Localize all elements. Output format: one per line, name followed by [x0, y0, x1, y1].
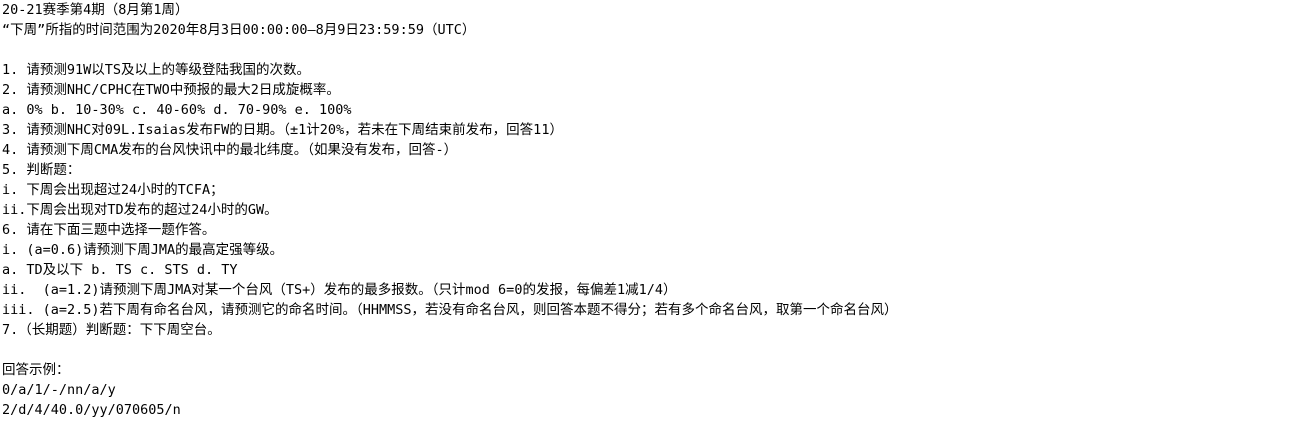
document: 20-21赛季第4期（8月第1周） “下周”所指的时间范围为2020年8月3日0… [0, 0, 1315, 421]
question-7: 7.（长期题）判断题：下下周空台。 [2, 322, 221, 338]
question-5: 5. 判断题： [2, 162, 81, 178]
question-6: 6. 请在下面三题中选择一题作答。 [2, 222, 216, 238]
answer-example-1: 0/a/1/-/nn/a/y [2, 382, 116, 398]
issue-title: 20-21赛季第4期（8月第1周） [2, 2, 189, 18]
question-5-ii: ii.下周会出现对TD发布的超过24小时的GW。 [2, 202, 278, 218]
question-5-i: i. 下周会出现超过24小时的TCFA； [2, 182, 224, 198]
question-4: 4. 请预测下周CMA发布的台风快讯中的最北纬度。（如果没有发布，回答-） [2, 142, 458, 158]
question-1: 1. 请预测91W以TS及以上的等级登陆我国的次数。 [2, 62, 311, 78]
answer-example-2: 2/d/4/40.0/yy/070605/n [2, 402, 181, 418]
question-6-i-options: a. TD及以下 b. TS c. STS d. TY [2, 262, 238, 278]
question-3: 3. 请预测NHC对09L.Isaias发布FW的日期。（±1计20%，若未在下… [2, 122, 563, 138]
answer-example-heading: 回答示例： [2, 362, 70, 378]
question-6-iii: iii. (a=2.5)若下周有命名台风，请预测它的命名时间。（HHMMSS，若… [2, 302, 898, 318]
question-6-ii: ii. (a=1.2)请预测下周JMA对某一个台风（TS+）发布的最多报数。（只… [2, 282, 677, 298]
question-6-i: i. (a=0.6)请预测下周JMA的最高定强等级。 [2, 242, 284, 258]
time-range-note: “下周”所指的时间范围为2020年8月3日00:00:00—8月9日23:59:… [2, 22, 476, 38]
question-2: 2. 请预测NHC/CPHC在TWO中预报的最大2日成旋概率。 [2, 82, 340, 98]
question-2-options: a. 0% b. 10-30% c. 40-60% d. 70-90% e. 1… [2, 102, 352, 118]
